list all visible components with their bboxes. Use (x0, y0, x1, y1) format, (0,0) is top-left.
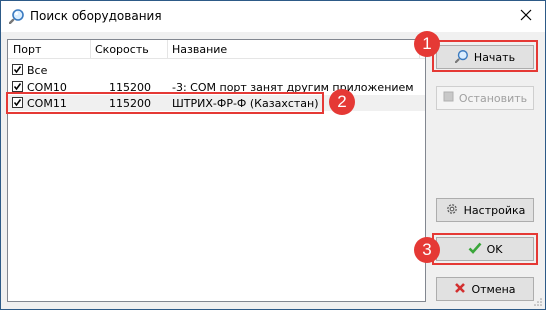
checkbox-com10[interactable] (12, 81, 23, 92)
column-divider (90, 40, 91, 58)
dialog-window: Поиск оборудования Порт Скорость Названи… (0, 0, 546, 310)
magnifier-icon (8, 8, 25, 25)
title-bar: Поиск оборудования (1, 1, 545, 32)
window-title: Поиск оборудования (30, 9, 162, 23)
annotation-badge-2: 2 (329, 89, 355, 115)
gear-icon (445, 202, 459, 219)
stop-label: Остановить (458, 91, 528, 105)
highlight-ok (432, 233, 538, 265)
stop-icon (443, 91, 454, 105)
stop-button[interactable]: Остановить (436, 86, 534, 110)
cancel-label: Отмена (471, 282, 516, 296)
column-speed[interactable]: Скорость (95, 43, 149, 56)
settings-button[interactable]: Настройка (436, 198, 534, 222)
annotation-badge-1: 1 (414, 31, 440, 57)
column-divider (167, 40, 168, 58)
close-icon (520, 9, 532, 24)
list-header: Порт Скорость Название (8, 40, 425, 59)
device-list[interactable]: Порт Скорость Название Все COM10 115200 … (7, 39, 426, 302)
cross-icon (454, 282, 466, 297)
highlight-com11-row (6, 92, 324, 114)
column-name[interactable]: Название (172, 43, 227, 56)
close-button[interactable] (507, 1, 545, 32)
checkbox-all[interactable] (12, 64, 23, 75)
list-item-all[interactable]: Все (8, 62, 425, 78)
annotation-badge-3: 3 (414, 237, 440, 263)
column-port[interactable]: Порт (13, 43, 41, 56)
settings-label: Настройка (463, 203, 526, 217)
highlight-start (432, 40, 538, 72)
resize-grip-icon[interactable] (533, 297, 543, 307)
port-cell: Все (27, 64, 48, 77)
cancel-button[interactable]: Отмена (436, 277, 534, 301)
